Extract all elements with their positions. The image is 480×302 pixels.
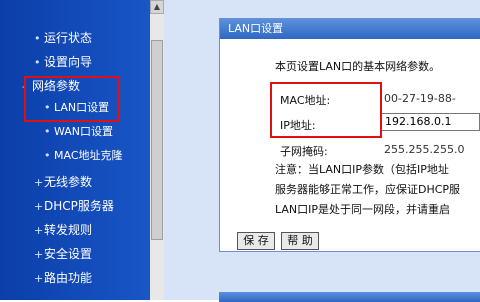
sidebar-scrollbar[interactable]: ▲ [150, 0, 164, 300]
highlight-box [270, 82, 382, 138]
plus-icon: • [34, 56, 41, 69]
mac-value: 00-27-19-88- [384, 92, 456, 105]
note-line: 注意：当LAN口IP参数（包括IP地址 [275, 163, 449, 176]
note-line: 服务器能够正常工作，应保证DHCP服 [275, 183, 461, 196]
plus-icon: + [34, 224, 44, 237]
save-button[interactable]: 保 存 [237, 232, 275, 250]
scroll-up-arrow-icon[interactable]: ▲ [150, 0, 164, 14]
dot-icon: • [44, 125, 51, 138]
note-line: LAN口IP是处于同一网段，并请重启 [275, 203, 451, 216]
note-text: 注意：当LAN口IP参数（包括IP地址 服务器能够正常工作，应保证DHCP服 L… [275, 160, 480, 220]
dot-icon: • [44, 149, 51, 162]
highlight-box [24, 76, 120, 122]
help-button[interactable]: 帮 助 [281, 232, 319, 250]
subnet-mask-value: 255.255.255.0 [384, 143, 465, 156]
subnet-mask-label: 子网掩码: [280, 145, 328, 158]
intro-text: 本页设置LAN口的基本网络参数。 [275, 60, 441, 73]
sidebar: • 运行状态 • 设置向导 - 网络参数 • LAN口设置 • WAN口设置 • MAC地址… [0, 0, 150, 300]
scrollbar-thumb[interactable] [151, 40, 163, 240]
next-panel-title-bar [219, 292, 480, 302]
ip-address-input[interactable]: 192.168.0.1 [380, 113, 480, 131]
plus-icon: + [34, 176, 44, 189]
plus-icon: + [34, 248, 44, 261]
plus-icon: + [34, 200, 44, 213]
plus-icon: • [34, 32, 41, 45]
plus-icon: + [34, 272, 44, 285]
panel-title: LAN口设置 [220, 19, 480, 39]
